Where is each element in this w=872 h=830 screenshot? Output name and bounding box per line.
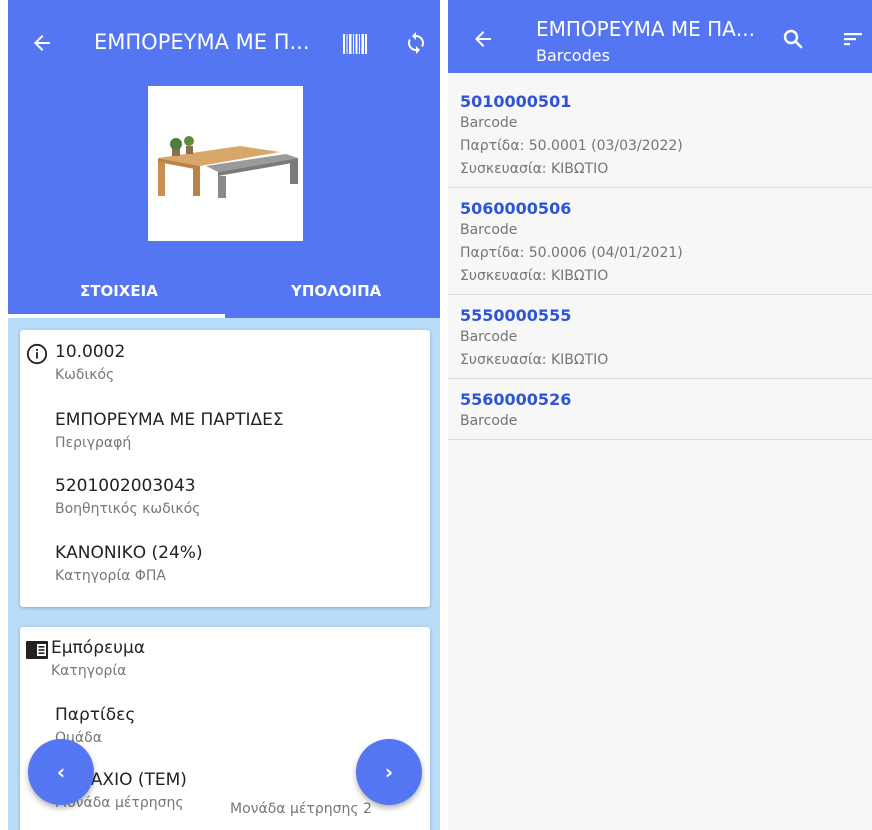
next-button[interactable]: › (356, 739, 422, 805)
barcode-type: Barcode (460, 222, 518, 238)
sync-icon[interactable] (400, 27, 432, 59)
barcodes-app-bar: ΕΜΠΟΡΕΥΜΑ ΜΕ ΠΑ... Barcodes (448, 0, 872, 73)
field-label: Βοηθητικός κωδικός (55, 501, 201, 517)
list-item[interactable]: 5060000506 Barcode Παρτίδα: 50.0006 (04/… (448, 188, 872, 295)
barcodes-title: ΕΜΠΟΡΕΥΜΑ ΜΕ ΠΑ... (536, 17, 755, 41)
field-value: ΕΜΠΟΡΕΥΜΑ ΜΕ ΠΑΡΤΙΔΕΣ (55, 410, 284, 430)
barcode-type: Barcode (460, 115, 518, 131)
field-value: 5201002003043 (55, 476, 196, 496)
active-tab-indicator (8, 314, 225, 318)
field-value: Παρτίδες (55, 705, 136, 725)
barcode-lot: Παρτίδα: 50.0001 (03/03/2022) (460, 138, 683, 154)
barcode-value: 5010000501 (460, 92, 572, 111)
details-card: 10.0002 Κωδικός ΕΜΠΟΡΕΥΜΑ ΜΕ ΠΑΡΤΙΔΕΣ Πε… (20, 330, 430, 607)
barcode-value: 5550000555 (460, 306, 572, 325)
barcode-lot: Παρτίδα: 50.0006 (04/01/2021) (460, 245, 683, 261)
back-arrow-icon[interactable] (26, 27, 58, 59)
field-aux-code: 5201002003043 Βοηθητικός κωδικός (55, 476, 200, 517)
tab-details[interactable]: ΣΤΟΙΧΕΙΑ (80, 282, 158, 300)
list-item[interactable]: 5550000555 Barcode Συσκευασία: ΚΙΒΩΤΙΟ (448, 295, 872, 379)
field-label: Μονάδα μέτρησης 2 (230, 801, 372, 817)
details-app-bar: ΕΜΠΟΡΕΥΜΑ ΜΕ Π... (8, 0, 440, 88)
field-description: ΕΜΠΟΡΕΥΜΑ ΜΕ ΠΑΡΤΙΔΕΣ Περιγραφή (55, 410, 284, 451)
barcode-package: Συσκευασία: ΚΙΒΩΤΙΟ (460, 268, 609, 284)
list-item[interactable]: 5010000501 Barcode Παρτίδα: 50.0001 (03/… (448, 88, 872, 188)
barcodes-screen: ΕΜΠΟΡΕΥΜΑ ΜΕ ΠΑ... Barcodes 5010000501 B… (448, 0, 872, 830)
category-icon (26, 639, 48, 661)
field-label: Κωδικός (55, 367, 115, 383)
barcodes-subtitle: Barcodes (536, 46, 610, 65)
item-details-screen: ΕΜΠΟΡΕΥΜΑ ΜΕ Π... ΣΤΟΙΧΕΙΑ ΥΠΟΛΟΙΠΑ 10.0… (8, 0, 440, 830)
tab-balances[interactable]: ΥΠΟΛΟΙΠΑ (291, 282, 381, 300)
barcode-value: 5560000526 (460, 390, 572, 409)
barcode-package: Συσκευασία: ΚΙΒΩΤΙΟ (460, 161, 609, 177)
field-value: 10.0002 (55, 342, 126, 362)
field-label: Περιγραφή (55, 435, 132, 451)
barcode-list: 5010000501 Barcode Παρτίδα: 50.0001 (03/… (448, 88, 872, 440)
field-unit-2: Μονάδα μέτρησης 2 (230, 796, 372, 817)
barcode-package: Συσκευασία: ΚΙΒΩΤΙΟ (460, 352, 609, 368)
sort-icon[interactable] (838, 24, 868, 54)
field-code: 10.0002 Κωδικός (55, 342, 125, 383)
barcode-type: Barcode (460, 329, 518, 345)
field-label: Κατηγορία ΦΠΑ (55, 568, 166, 584)
field-label: Κατηγορία (51, 663, 127, 679)
item-title: ΕΜΠΟΡΕΥΜΑ ΜΕ Π... (94, 30, 310, 54)
field-value: Εμπόρευμα (51, 638, 146, 658)
classification-card: Εμπόρευμα Κατηγορία Παρτίδες Ομάδα ΤΕΜΑΧ… (20, 627, 430, 830)
search-icon[interactable] (778, 24, 808, 54)
product-image (148, 86, 303, 241)
field-vat-category: ΚΑΝΟΝΙΚΟ (24%) Κατηγορία ΦΠΑ (55, 543, 203, 584)
list-item[interactable]: 5560000526 Barcode (448, 379, 872, 440)
back-arrow-icon[interactable] (468, 24, 498, 54)
previous-button[interactable]: ‹ (28, 739, 94, 805)
field-category: Εμπόρευμα Κατηγορία (51, 638, 145, 679)
barcode-icon[interactable] (340, 29, 370, 59)
barcode-type: Barcode (460, 413, 518, 429)
details-header: ΕΜΠΟΡΕΥΜΑ ΜΕ Π... ΣΤΟΙΧΕΙΑ ΥΠΟΛΟΙΠΑ (8, 0, 440, 318)
info-icon (26, 343, 48, 365)
field-value: ΚΑΝΟΝΙΚΟ (24%) (55, 543, 203, 563)
barcode-value: 5060000506 (460, 199, 572, 218)
